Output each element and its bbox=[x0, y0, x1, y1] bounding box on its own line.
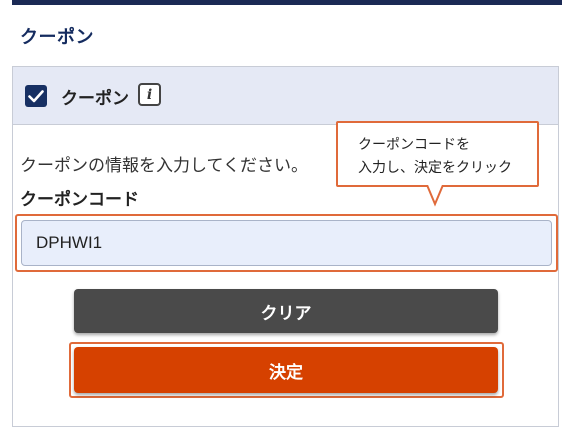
page-title: クーポン bbox=[20, 27, 94, 48]
tooltip-pointer bbox=[426, 185, 444, 207]
tooltip-line-1: クーポンコードを bbox=[358, 137, 470, 153]
decide-button[interactable]: 決定 bbox=[74, 347, 498, 393]
info-icon[interactable]: i bbox=[138, 83, 161, 106]
coupon-checkbox[interactable] bbox=[25, 85, 47, 107]
coupon-panel-header: クーポン i bbox=[13, 67, 558, 125]
tooltip-line-2: 入力し、決定をクリック bbox=[358, 160, 512, 176]
coupon-description: クーポンの情報を入力してください。 bbox=[20, 156, 308, 176]
instruction-tooltip: クーポンコードを 入力し、決定をクリック bbox=[336, 121, 539, 187]
coupon-code-label: クーポンコード bbox=[20, 190, 139, 210]
top-rule bbox=[12, 0, 562, 5]
coupon-code-input[interactable] bbox=[21, 220, 552, 266]
checkmark-icon bbox=[28, 89, 44, 102]
coupon-header-label: クーポン bbox=[61, 89, 129, 109]
clear-button[interactable]: クリア bbox=[74, 289, 498, 333]
